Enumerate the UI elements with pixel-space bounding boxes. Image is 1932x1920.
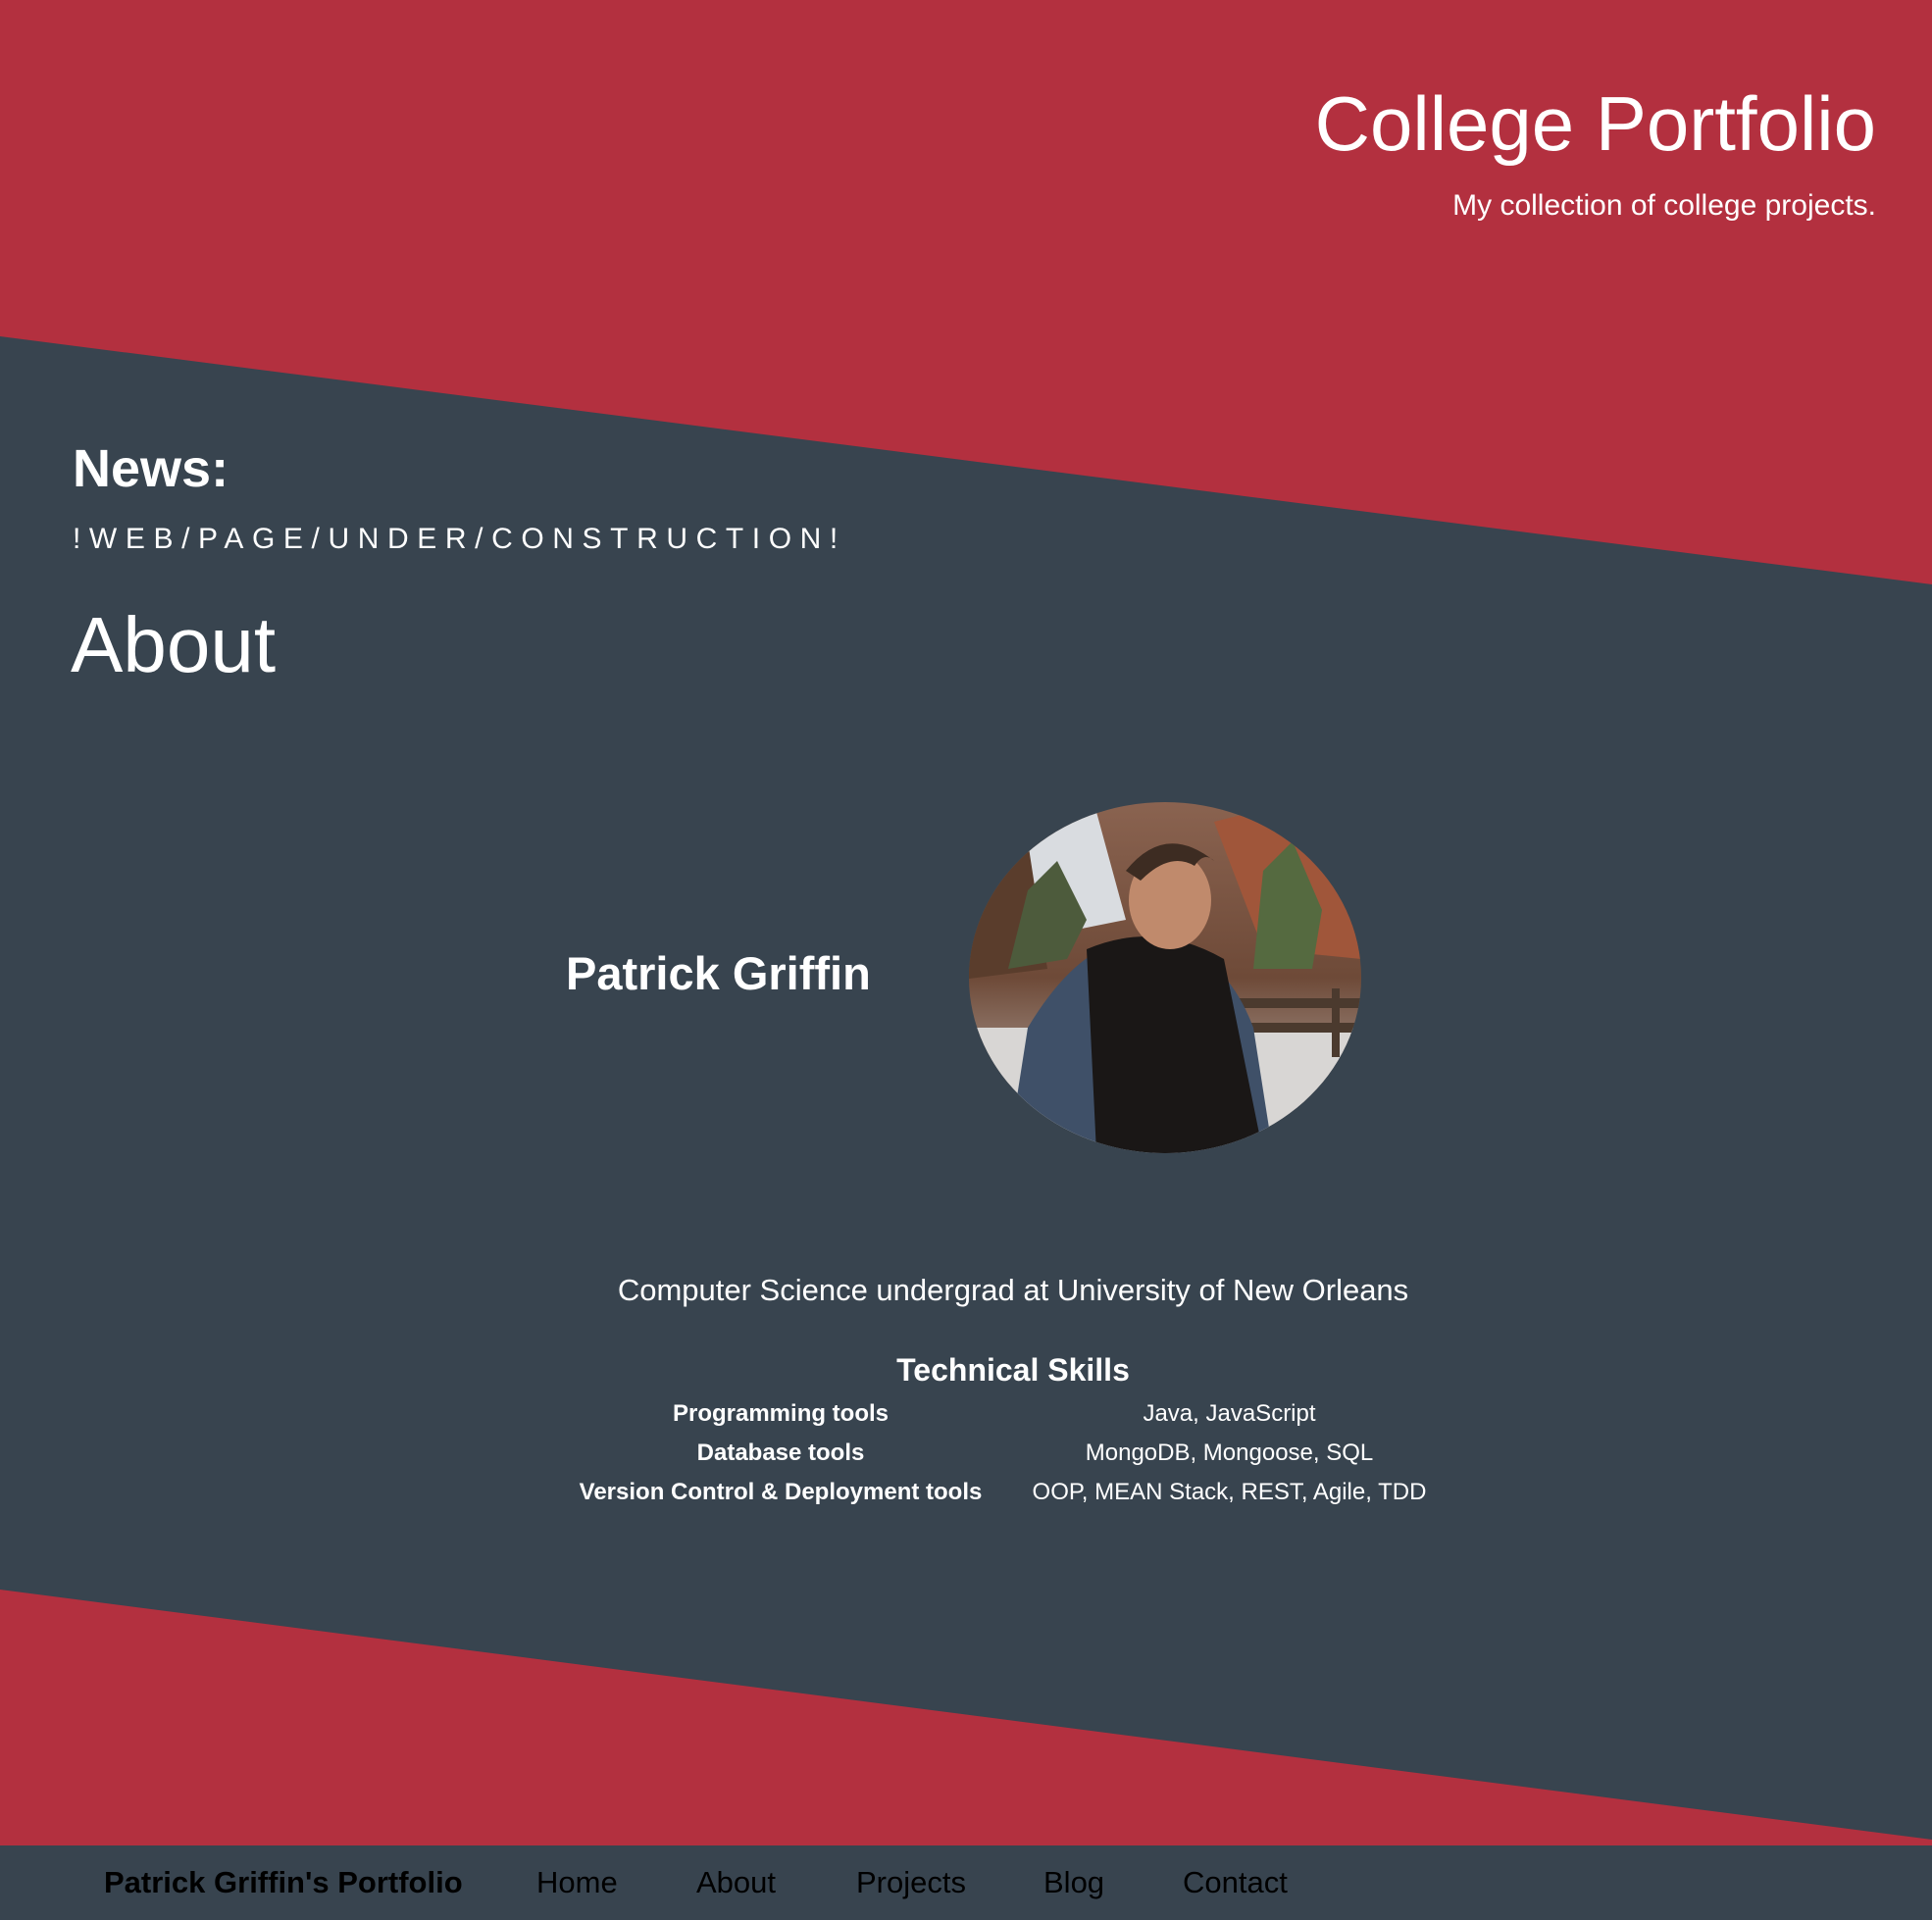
about-heading: About [71,601,277,688]
skill-category: Version Control & Deployment tools [579,1479,983,1505]
site-subtitle: My collection of college projects. [1452,189,1876,222]
background-shapes [0,0,1932,1920]
nav-item-projects[interactable]: Projects [856,1845,966,1920]
slate-diagonal-band [0,336,1932,1840]
skills-table: Programming tools Java, JavaScript Datab… [549,1394,1447,1512]
skill-category: Database tools [696,1440,865,1466]
nav-item-contact[interactable]: Contact [1183,1845,1288,1920]
nav-brand-link[interactable]: Patrick Griffin's Portfolio [104,1845,463,1920]
profile-photo-icon [969,802,1361,1153]
skill-value: MongoDB, Mongoose, SQL [1085,1440,1374,1466]
skills-row: Version Control & Deployment tools OOP, … [549,1473,1447,1512]
news-heading: News: [73,439,229,498]
news-text: !WEB/PAGE/UNDER/CONSTRUCTION! [73,523,846,555]
navbar: Patrick Griffin's Portfolio Home About P… [0,1845,1932,1920]
skill-category: Programming tools [672,1400,890,1427]
skills-heading: Technical Skills [896,1352,1130,1388]
profile-name: Patrick Griffin [566,947,871,999]
skills-row: Programming tools Java, JavaScript [549,1394,1447,1434]
skill-value: Java, JavaScript [1143,1400,1316,1427]
nav-item-blog[interactable]: Blog [1043,1845,1104,1920]
skill-value: OOP, MEAN Stack, REST, Agile, TDD [1032,1479,1427,1505]
bio-text: Computer Science undergrad at University… [617,1273,1409,1307]
skills-row: Database tools MongoDB, Mongoose, SQL [549,1434,1447,1473]
site-title: College Portfolio [1314,80,1876,167]
nav-item-home[interactable]: Home [536,1845,618,1920]
nav-item-about[interactable]: About [696,1845,776,1920]
profile-photo [969,802,1361,1153]
